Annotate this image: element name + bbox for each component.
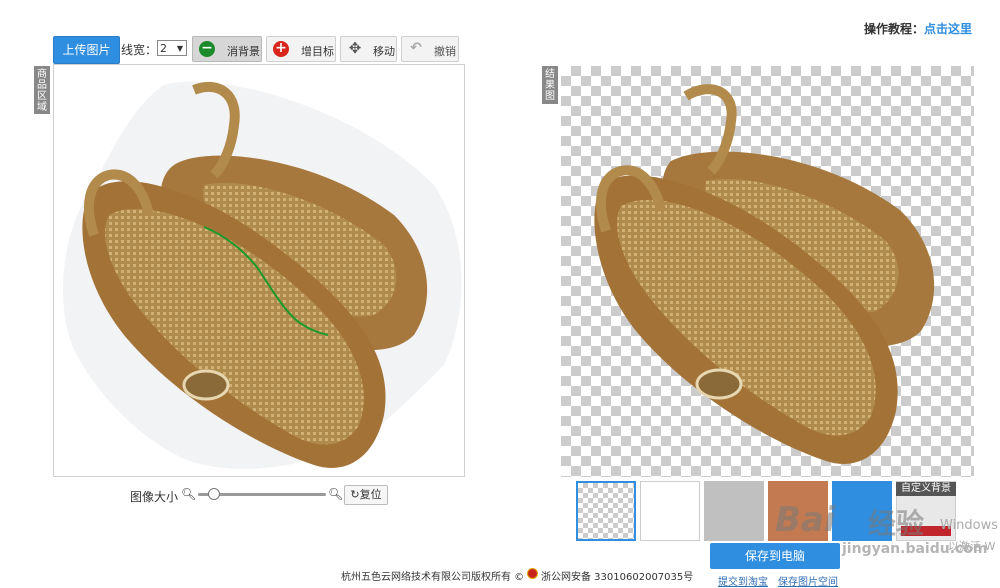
os-watermark-line2: 以激活 W [948, 540, 996, 553]
swatch-transparent[interactable] [576, 481, 636, 541]
upload-image-button[interactable]: 上传图片 [53, 36, 120, 64]
zoom-out-icon[interactable]: 🔍︎ [181, 487, 196, 501]
image-size-label: 图像大小 [130, 490, 179, 504]
undo-label: 撤销 [434, 45, 456, 58]
watermark-brand: Bai [775, 500, 836, 540]
reset-label: 复位 [359, 488, 382, 501]
product-photo [63, 81, 462, 469]
erase-background-label: 消背景 [227, 45, 260, 58]
logo-badge [182, 369, 230, 401]
save-image-space-link[interactable]: 保存图片空间 [778, 573, 838, 588]
result-tag: 结果图 [542, 66, 558, 104]
tutorial-text: 操作教程：点击这里 [864, 20, 972, 37]
save-to-computer-button[interactable]: 保存到电脑 [710, 543, 840, 569]
result-canvas [561, 66, 974, 477]
move-arrows-icon: ✥ [348, 39, 362, 57]
line-width-label: 线宽： [121, 43, 158, 57]
add-target-button[interactable]: + 增目标 [266, 36, 336, 62]
minus-circle-icon: − [199, 41, 215, 57]
add-target-label: 增目标 [301, 45, 334, 58]
watermark-brand-cn: 经验 [868, 507, 925, 540]
result-photo [594, 84, 935, 464]
swatch-white[interactable] [640, 481, 700, 541]
plus-circle-icon: + [273, 41, 289, 57]
line-width-select[interactable]: 2 ▼ [157, 40, 187, 56]
editing-canvas[interactable] [53, 64, 465, 477]
reset-button[interactable]: ↻复位 [344, 485, 388, 505]
chevron-down-icon: ▼ [176, 44, 183, 53]
undo-arrow-icon: ↶ [410, 40, 422, 56]
tutorial-link[interactable]: 点击这里 [924, 22, 972, 36]
product-area-tag: 商品区域 [34, 66, 50, 114]
line-width-value: 2 [160, 42, 167, 55]
os-watermark-line1: Windows [940, 518, 999, 533]
submit-taobao-link[interactable]: 提交到淘宝 [718, 573, 768, 588]
copyright-text: 杭州五色云网络技术有限公司版权所有 © [341, 572, 525, 583]
police-record-link[interactable]: 浙公网安备 33010602007035号 [541, 568, 693, 583]
zoom-slider-handle[interactable] [208, 488, 220, 500]
undo-button[interactable]: ↶ 撤销 [401, 36, 459, 62]
custom-background-label: 自定义背景 [896, 482, 956, 496]
tutorial-prefix: 操作教程： [863, 22, 924, 36]
move-label: 移动 [373, 45, 395, 58]
move-button[interactable]: ✥ 移动 [340, 36, 397, 62]
police-badge-icon [527, 568, 538, 579]
zoom-in-icon[interactable]: 🔍︎ [328, 487, 343, 501]
reset-icon: ↻ [350, 488, 360, 501]
erase-background-button[interactable]: − 消背景 [192, 36, 262, 62]
swatch-gray[interactable] [704, 481, 764, 541]
